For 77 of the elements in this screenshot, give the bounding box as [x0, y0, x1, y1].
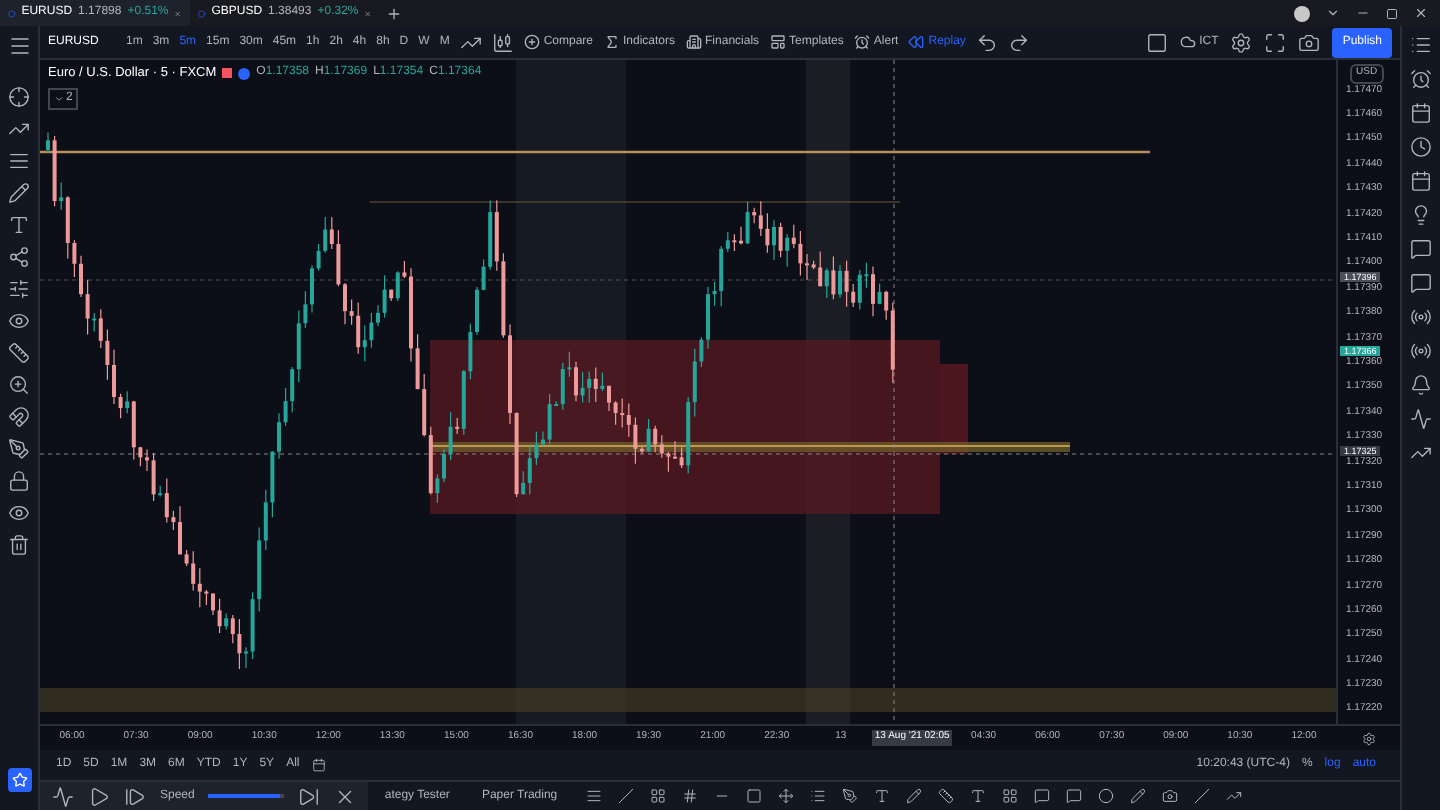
- building-icon: [685, 34, 702, 50]
- drawing-tool-icon[interactable]: [1193, 788, 1210, 804]
- bell-icon[interactable]: [1410, 374, 1432, 396]
- calendar-icon[interactable]: [1410, 170, 1432, 192]
- drawing-tool-icon[interactable]: [841, 788, 858, 804]
- calendar-icon[interactable]: [311, 758, 326, 772]
- layout-icon[interactable]: [1145, 31, 1168, 53]
- drawing-tool-icon[interactable]: [1161, 788, 1178, 804]
- chevron-icon[interactable]: [1326, 6, 1340, 20]
- skip-icon[interactable]: [298, 785, 321, 807]
- text-icon[interactable]: [8, 214, 30, 236]
- eye-icon[interactable]: [8, 502, 30, 524]
- undo-icon[interactable]: [975, 31, 998, 53]
- crosshair-icon[interactable]: [8, 86, 30, 108]
- lines-icon[interactable]: [8, 150, 30, 172]
- sliders-icon[interactable]: [8, 278, 30, 300]
- drawing-tool-icon[interactable]: [777, 788, 794, 804]
- drawing-tool-icon[interactable]: [1097, 788, 1114, 804]
- pattern-icon[interactable]: [8, 246, 30, 268]
- alarm-icon[interactable]: [1410, 68, 1432, 90]
- drawing-tool-icon[interactable]: [1129, 788, 1146, 804]
- drawing-tool-icon[interactable]: [873, 788, 890, 804]
- drawing-tool-icon[interactable]: [1225, 788, 1242, 804]
- idea-icon[interactable]: [1410, 204, 1432, 226]
- market-status-icon: [222, 68, 233, 79]
- fullscreen-icon[interactable]: [1264, 31, 1287, 53]
- zoom-in-icon[interactable]: [8, 374, 30, 396]
- trash-icon[interactable]: [8, 534, 30, 556]
- drawing-tool-icon[interactable]: [905, 788, 922, 804]
- avatar-icon[interactable]: [1294, 5, 1310, 21]
- alarm-icon: [853, 34, 870, 50]
- drawing-tool-icon[interactable]: [617, 788, 634, 804]
- drawing-tool-icon[interactable]: [809, 788, 826, 804]
- menu-icon[interactable]: [7, 34, 31, 58]
- close-icon[interactable]: [1414, 6, 1428, 20]
- magnet-icon[interactable]: [8, 406, 30, 428]
- pen-icon[interactable]: [8, 438, 30, 460]
- step-forward-icon[interactable]: [124, 785, 146, 807]
- candles-icon[interactable]: [491, 31, 514, 53]
- replay-status-icon: [238, 67, 251, 80]
- template-icon: [769, 34, 786, 50]
- drawing-tool-icon[interactable]: [937, 788, 954, 804]
- brush-icon[interactable]: [8, 182, 30, 204]
- new-tab-icon[interactable]: [386, 5, 402, 21]
- drawing-tool-icon[interactable]: [649, 788, 666, 804]
- redo-icon[interactable]: [1007, 31, 1030, 53]
- trend-line-icon[interactable]: [8, 118, 30, 140]
- cloud-icon: [1179, 34, 1196, 50]
- settings-icon[interactable]: [1230, 31, 1253, 53]
- trend-icon[interactable]: [1410, 442, 1432, 464]
- drawing-tool-icon[interactable]: [969, 788, 986, 804]
- drawing-tool-icon[interactable]: [1033, 788, 1050, 804]
- chevron-icon: [54, 93, 64, 104]
- calendar-icon[interactable]: [1410, 102, 1432, 124]
- drawing-tool-icon[interactable]: [585, 788, 602, 804]
- chat-icon[interactable]: [1410, 238, 1432, 260]
- drawing-tool-icon[interactable]: [1065, 788, 1082, 804]
- lock-icon[interactable]: [8, 470, 30, 492]
- favorites-button[interactable]: [7, 768, 31, 792]
- maximize-icon[interactable]: [1386, 7, 1398, 19]
- drawing-tool-icon[interactable]: [1001, 788, 1018, 804]
- rewind-icon: [908, 34, 925, 50]
- stream-icon[interactable]: [1410, 306, 1432, 328]
- camera-icon[interactable]: [1298, 31, 1321, 53]
- chart-icon[interactable]: [1410, 408, 1432, 430]
- drawing-tool-icon[interactable]: [681, 788, 698, 804]
- broadcast-icon[interactable]: [1410, 340, 1432, 362]
- minimize-icon[interactable]: [1356, 6, 1370, 20]
- clock-icon[interactable]: [1410, 136, 1432, 158]
- plus-circle-icon: [523, 34, 540, 50]
- settings-icon[interactable]: [1361, 731, 1375, 745]
- sigma-icon: [603, 34, 619, 50]
- eye-icon[interactable]: [8, 310, 30, 332]
- close-icon[interactable]: [334, 785, 357, 807]
- chat-icon[interactable]: [1410, 272, 1432, 294]
- play-icon[interactable]: [88, 785, 110, 807]
- ruler-icon[interactable]: [8, 342, 30, 364]
